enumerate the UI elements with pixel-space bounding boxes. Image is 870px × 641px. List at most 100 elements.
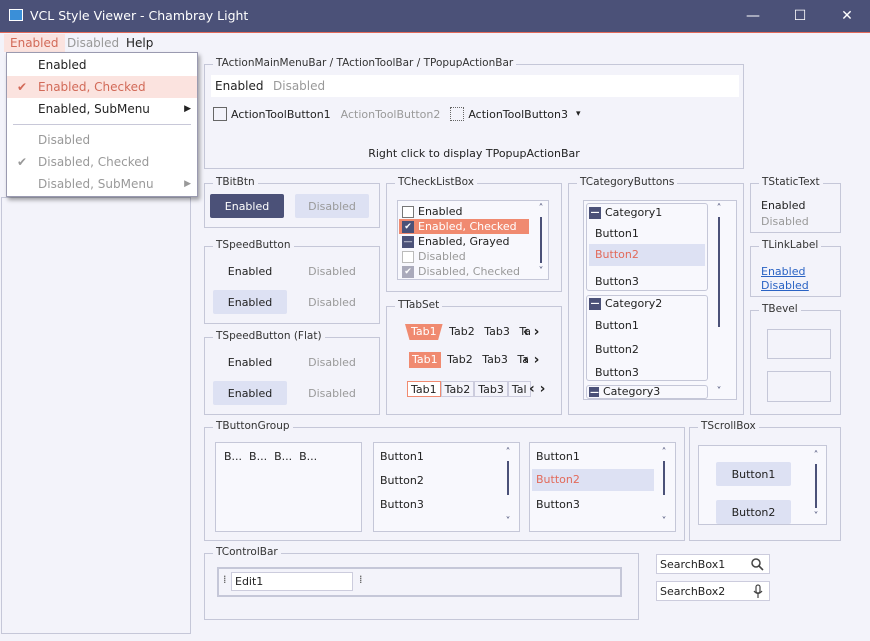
minimize-button[interactable]: — bbox=[730, 0, 776, 32]
bitbtn-enabled[interactable]: Enabled bbox=[210, 194, 284, 218]
action-menu-disabled[interactable]: Disabled bbox=[273, 79, 325, 93]
category-box[interactable]: — Category1 Button1 Button2 Button3 — Cate… bbox=[583, 200, 737, 400]
tab-prev-icon[interactable]: ‹ bbox=[523, 324, 529, 340]
close-button[interactable]: ✕ bbox=[824, 0, 870, 32]
edit-field[interactable]: Edit1 bbox=[231, 572, 353, 591]
tab[interactable]: Tab2 bbox=[444, 352, 476, 368]
scroll-down-icon[interactable]: ˅ bbox=[539, 266, 544, 277]
search-icon[interactable] bbox=[751, 558, 764, 571]
tab-prev-icon[interactable]: ‹ bbox=[523, 352, 529, 368]
speedbutton-disabled-down[interactable]: Disabled bbox=[295, 290, 369, 314]
list-item[interactable]: Button1 bbox=[536, 450, 580, 463]
category-button[interactable]: Button1 bbox=[595, 319, 639, 332]
scroll-down-icon[interactable]: ˅ bbox=[717, 386, 722, 397]
category-scrollbar[interactable]: ˄ ˅ bbox=[712, 203, 726, 397]
menu-item-enabled[interactable]: Enabled bbox=[7, 54, 197, 76]
menu-item-disabled[interactable]: Disabled bbox=[7, 129, 197, 151]
buttongroup-item[interactable]: B... bbox=[249, 450, 267, 463]
searchbox-2[interactable]: SearchBox2 bbox=[656, 581, 770, 601]
menu-item-enabled-checked[interactable]: ✔ Enabled, Checked bbox=[7, 76, 197, 98]
tab-next-icon[interactable]: › bbox=[540, 381, 546, 397]
microphone-icon[interactable] bbox=[753, 584, 763, 599]
category-header[interactable]: — Category3 bbox=[589, 386, 660, 398]
tab[interactable]: Tab3 bbox=[481, 324, 513, 340]
speedflat-enabled-down[interactable]: Enabled bbox=[213, 381, 287, 405]
tab[interactable]: Tab1 bbox=[405, 324, 443, 340]
tab[interactable]: Tal bbox=[507, 381, 531, 397]
list-item[interactable]: Button1 bbox=[380, 450, 424, 463]
action-tool-button-1[interactable]: ActionToolButton1 bbox=[231, 108, 331, 121]
buttongroup-item[interactable]: B... bbox=[274, 450, 292, 463]
checklist-scrollbar[interactable]: ˄ ˅ bbox=[534, 203, 548, 277]
speedflat-disabled-down[interactable]: Disabled bbox=[295, 381, 369, 405]
action-tool-button-2[interactable]: ActionToolButton2 bbox=[341, 108, 441, 121]
scrollbox-scrollbar[interactable]: ˄ ˅ bbox=[809, 450, 823, 522]
grip-icon[interactable]: ⁞ bbox=[223, 573, 226, 586]
category-button[interactable]: Button3 bbox=[595, 275, 639, 288]
speedbutton-enabled-down[interactable]: Enabled bbox=[213, 290, 287, 314]
buttongroup-item[interactable]: B... bbox=[299, 450, 317, 463]
searchbox-text[interactable]: SearchBox1 bbox=[660, 558, 725, 571]
menu-item-enabled-submenu[interactable]: Enabled, SubMenu ▶ bbox=[7, 98, 197, 120]
checklist-item[interactable]: ✔ Disabled, Checked bbox=[399, 264, 529, 279]
tab[interactable]: Tab2 bbox=[440, 381, 475, 397]
speedflat-enabled[interactable]: Enabled bbox=[213, 350, 287, 374]
tab[interactable]: Tab1 bbox=[409, 352, 441, 368]
category-button-selected[interactable]: Button2 bbox=[589, 244, 705, 266]
category-button[interactable]: Button2 bbox=[595, 343, 639, 356]
searchbox-1[interactable]: SearchBox1 bbox=[656, 554, 770, 574]
category-header[interactable]: — Category1 bbox=[589, 206, 662, 220]
tab[interactable]: Tab2 bbox=[446, 324, 478, 340]
category-button[interactable]: Button1 bbox=[595, 227, 639, 240]
maximize-button[interactable]: ☐ bbox=[777, 0, 823, 32]
buttongroup-box[interactable]: B... B... B... B... bbox=[215, 442, 362, 532]
buttongroup-item[interactable]: B... bbox=[224, 450, 242, 463]
list-item[interactable]: Button3 bbox=[536, 498, 580, 511]
checklist-item[interactable]: ✔ Enabled, Checked bbox=[399, 219, 529, 234]
category-header[interactable]: — Category2 bbox=[589, 297, 662, 311]
checklist-item[interactable]: — Enabled, Grayed bbox=[399, 234, 529, 249]
menu-item-disabled-checked[interactable]: ✔ Disabled, Checked bbox=[7, 151, 197, 173]
speedflat-disabled[interactable]: Disabled bbox=[295, 350, 369, 374]
tab-prev-icon[interactable]: ‹ bbox=[529, 381, 535, 397]
checklist-item[interactable]: Enabled bbox=[399, 204, 529, 219]
scroll-down-icon[interactable]: ˅ bbox=[814, 511, 819, 522]
menu-help[interactable]: Help bbox=[120, 34, 159, 52]
category-button[interactable]: Button3 bbox=[595, 366, 639, 379]
menu-disabled[interactable]: Disabled bbox=[61, 34, 125, 52]
searchbox-text[interactable]: SearchBox2 bbox=[660, 585, 725, 598]
dropdown-arrow-icon[interactable]: ▾ bbox=[576, 109, 581, 119]
link-disabled[interactable]: Disabled bbox=[761, 279, 809, 292]
scroll-up-icon[interactable]: ˄ bbox=[662, 447, 667, 458]
action-menu-enabled[interactable]: Enabled bbox=[215, 79, 264, 93]
list-item-selected[interactable]: Button2 bbox=[532, 469, 654, 491]
scroll-down-icon[interactable]: ˅ bbox=[662, 516, 667, 527]
tab[interactable]: Tab3 bbox=[474, 381, 508, 397]
scrollbox-button-2[interactable]: Button2 bbox=[716, 500, 791, 524]
menu-item-disabled-submenu[interactable]: Disabled, SubMenu ▶ bbox=[7, 173, 197, 195]
scroll-up-icon[interactable]: ˄ bbox=[506, 447, 511, 458]
list-scrollbar[interactable]: ˄ ˅ bbox=[501, 447, 515, 527]
scroll-down-icon[interactable]: ˅ bbox=[506, 516, 511, 527]
buttongroup-list-1[interactable]: Button1 Button2 Button3 ˄ ˅ bbox=[373, 442, 520, 532]
link-enabled[interactable]: Enabled bbox=[761, 265, 805, 278]
action-tool-button-3[interactable]: ActionToolButton3 bbox=[468, 108, 568, 121]
grip-icon[interactable]: ⁞ bbox=[359, 573, 363, 586]
speedbutton-disabled[interactable]: Disabled bbox=[295, 259, 369, 283]
scrollbox-box[interactable]: Button1 Button2 ˄ ˅ bbox=[698, 445, 827, 525]
bitbtn-disabled[interactable]: Disabled bbox=[295, 194, 369, 218]
list-item[interactable]: Button2 bbox=[380, 474, 424, 487]
list-item[interactable]: Button3 bbox=[380, 498, 424, 511]
scroll-up-icon[interactable]: ˄ bbox=[539, 203, 544, 214]
buttongroup-list-2[interactable]: Button1 Button2 Button3 ˄ ˅ bbox=[529, 442, 676, 532]
list-scrollbar[interactable]: ˄ ˅ bbox=[657, 447, 671, 527]
scroll-up-icon[interactable]: ˄ bbox=[717, 203, 722, 214]
scroll-up-icon[interactable]: ˄ bbox=[814, 450, 819, 461]
checklist-item[interactable]: Disabled bbox=[399, 249, 529, 264]
menu-enabled[interactable]: Enabled bbox=[4, 34, 65, 52]
tab[interactable]: Tab1 bbox=[407, 381, 441, 397]
checklist-box[interactable]: Enabled ✔ Enabled, Checked — Enabled, Gray… bbox=[397, 200, 549, 280]
scrollbox-button-1[interactable]: Button1 bbox=[716, 462, 791, 486]
speedbutton-enabled[interactable]: Enabled bbox=[213, 259, 287, 283]
tab[interactable]: Tab3 bbox=[479, 352, 511, 368]
